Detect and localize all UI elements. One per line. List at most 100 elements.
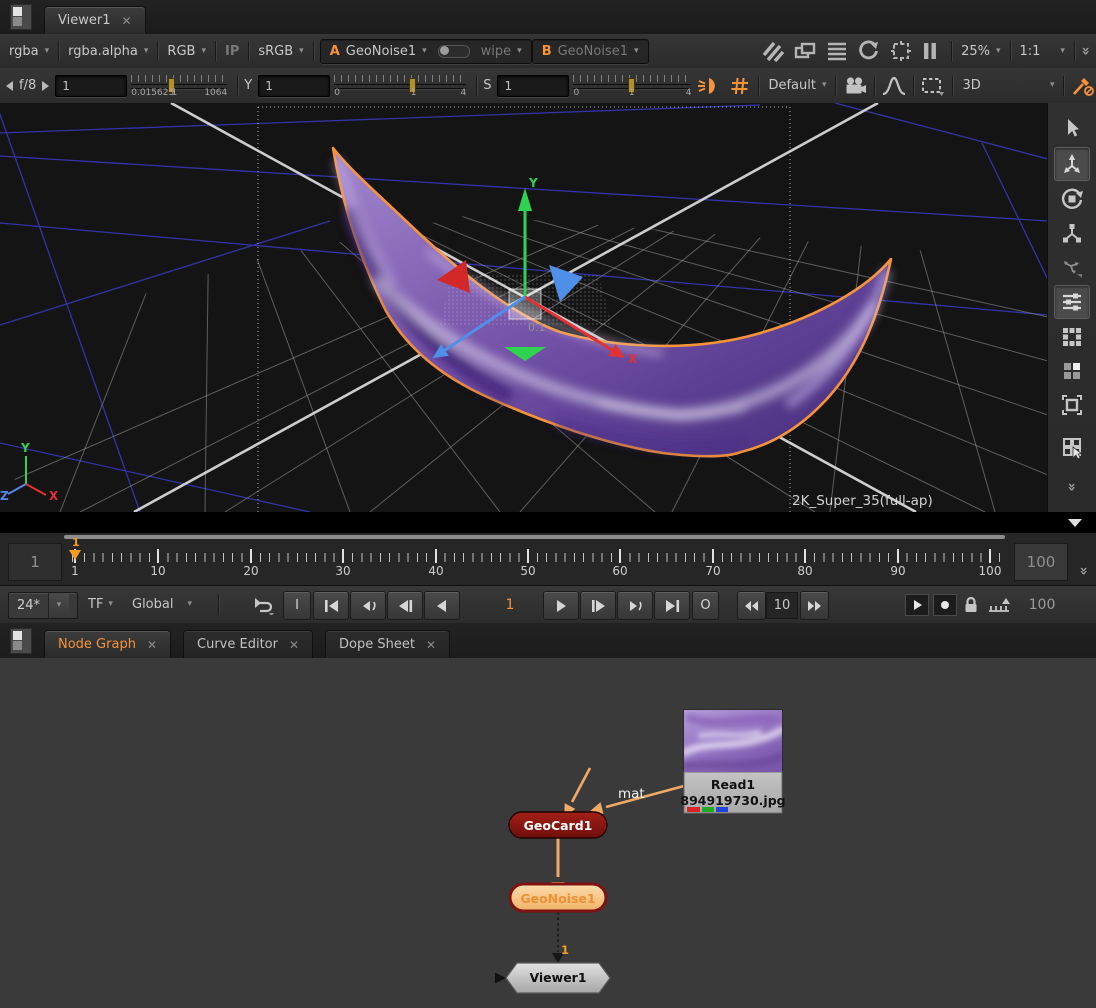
axis-z-label: Z — [0, 489, 9, 503]
fps-combo[interactable]: 24* ▾ — [8, 592, 78, 619]
close-icon[interactable]: ✕ — [121, 15, 131, 27]
frame-increment-field[interactable]: 10 — [766, 592, 798, 619]
saturation-input[interactable]: 1 — [497, 75, 569, 97]
range-end-field[interactable]: 100 — [1020, 591, 1064, 618]
grid-hash-icon[interactable] — [728, 74, 752, 98]
timeline-row: 1 1 10 20 30 40 50 60 70 80 90 100 1 100… — [0, 533, 1096, 586]
pane-menu-icon[interactable] — [10, 4, 32, 30]
overlap-windows-icon[interactable] — [793, 40, 817, 62]
view-mode-dropdown[interactable]: 3D▾ — [959, 76, 1057, 95]
translate-tool-icon[interactable] — [1054, 147, 1090, 181]
play-forward-button[interactable] — [543, 591, 579, 620]
saturation-slider[interactable]: 0 1 4 — [573, 73, 691, 99]
lock-icon[interactable] — [959, 591, 983, 618]
collapse-chevrons-icon[interactable]: » — [1077, 46, 1093, 55]
jump-back-button[interactable] — [737, 591, 766, 620]
scanlines-icon[interactable] — [825, 40, 849, 62]
step-forward-button[interactable] — [580, 591, 616, 620]
colorspace-dropdown[interactable]: sRGB▾ — [255, 42, 306, 61]
chevron-down-icon: ▾ — [48, 593, 69, 618]
lut-dropdown[interactable]: Default▾ — [765, 76, 829, 95]
node-graph-canvas[interactable]: mat 1 Read1 894919730.jpg — [0, 658, 1096, 1008]
curve-icon[interactable] — [881, 74, 907, 98]
playhead-marker[interactable] — [69, 550, 81, 560]
node-geocard1[interactable]: GeoCard1 — [509, 812, 607, 838]
go-to-end-button[interactable] — [654, 591, 690, 620]
ab-input-group: AGeoNoise1▾ wipe▾ — [320, 39, 532, 64]
wipe-mode-dropdown[interactable]: wipe▾ — [478, 42, 525, 61]
close-icon[interactable]: ✕ — [289, 639, 299, 651]
marquee-icon[interactable] — [920, 74, 946, 98]
scale-tool-icon[interactable] — [1055, 217, 1089, 249]
wipe-toggle[interactable] — [438, 45, 470, 58]
gain-slider[interactable]: 0.015625 1 1064 — [131, 73, 227, 99]
display-channel-dropdown[interactable]: RGB▾ — [164, 42, 209, 61]
multi-slider-icon[interactable] — [1054, 285, 1090, 319]
previous-keyframe-button[interactable] — [350, 591, 386, 620]
timeline-end-box[interactable]: 100 — [1014, 543, 1068, 581]
play-backward-button[interactable] — [424, 591, 460, 620]
color-sample-icon[interactable] — [1070, 74, 1096, 98]
timeline-tick-label: 60 — [612, 564, 627, 578]
safe-zone-icon[interactable] — [889, 40, 913, 62]
viewer-3d-viewport[interactable]: Y X 0.1 Y X Z 2K_Super_35(full-ap) — [0, 103, 1048, 512]
tab-node-graph[interactable]: Node Graph ✕ — [44, 630, 171, 658]
gain-input[interactable]: 1 — [55, 75, 127, 97]
close-icon[interactable]: ✕ — [147, 639, 157, 651]
close-icon[interactable]: ✕ — [426, 639, 436, 651]
layer-dropdown[interactable]: rgba.alpha▾ — [65, 42, 151, 61]
zoom-level-dropdown[interactable]: 25%▾ — [958, 42, 1003, 61]
set-out-button[interactable]: O — [692, 591, 719, 620]
gamma-label: Y — [244, 78, 252, 93]
expand-triangle-icon[interactable] — [1068, 519, 1082, 527]
input-a-dropdown[interactable]: AGeoNoise1▾ — [327, 42, 430, 61]
input-process-button[interactable]: IP — [222, 42, 242, 61]
timeline-ruler[interactable]: 1 10 20 30 40 50 60 70 80 90 100 1 — [62, 533, 1007, 585]
refresh-icon[interactable] — [857, 40, 881, 62]
prev-arrow-icon[interactable] — [6, 81, 13, 91]
timeline-start-box[interactable]: 1 — [8, 543, 62, 581]
tab-dope-sheet[interactable]: Dope Sheet ✕ — [325, 630, 450, 658]
pause-icon[interactable] — [921, 40, 939, 62]
current-frame-field[interactable]: 1 — [492, 591, 528, 618]
playback-loop-icon[interactable] — [250, 591, 276, 618]
collapse-chevrons-icon[interactable]: » — [1075, 566, 1091, 575]
pixel-aspect-dropdown[interactable]: 1:1▾ — [1017, 42, 1068, 61]
node-viewer1[interactable]: Viewer1 — [495, 963, 610, 993]
select-cursor-icon[interactable] — [1055, 113, 1089, 145]
transform-handles-icon[interactable] — [1055, 251, 1089, 283]
viewport-side-toolbar: » — [1047, 103, 1096, 522]
gamma-input[interactable]: 1 — [258, 75, 330, 97]
tf-dropdown[interactable]: TF▾ — [88, 591, 113, 618]
rotate-tool-icon[interactable] — [1055, 183, 1089, 215]
set-in-button[interactable]: I — [283, 591, 311, 620]
channels-dropdown[interactable]: rgba▾ — [6, 42, 52, 61]
go-to-start-button[interactable] — [313, 591, 349, 620]
tile-icon[interactable] — [1055, 355, 1089, 387]
collapse-chevrons-icon[interactable]: » — [1064, 482, 1080, 491]
input-b-dropdown[interactable]: BGeoNoise1▾ — [539, 42, 642, 61]
tile-select-icon[interactable] — [1055, 431, 1089, 463]
step-back-button[interactable] — [387, 591, 423, 620]
tab-viewer1[interactable]: Viewer1 ✕ — [44, 6, 146, 34]
camera-icon[interactable] — [842, 74, 868, 98]
headlamp-icon[interactable] — [695, 74, 721, 98]
frame-range-icon[interactable] — [985, 591, 1013, 618]
next-keyframe-button[interactable] — [617, 591, 653, 620]
grid-snap-icon[interactable] — [1055, 321, 1089, 353]
chevron-down-icon: ▾ — [822, 81, 827, 90]
diagonal-stripes-icon[interactable] — [761, 40, 785, 62]
tab-curve-editor[interactable]: Curve Editor ✕ — [183, 630, 313, 658]
range-dropdown[interactable]: Global▾ — [132, 591, 192, 618]
node-geonoise1[interactable]: GeoNoise1 — [510, 884, 606, 911]
node-viewer1-name: Viewer1 — [529, 970, 586, 985]
gamma-slider[interactable]: 0 1 4 — [334, 73, 466, 99]
timeline-tick-label: 70 — [705, 564, 720, 578]
pane-menu-icon[interactable] — [10, 628, 32, 654]
next-arrow-icon[interactable] — [42, 81, 49, 91]
jump-forward-button[interactable] — [800, 591, 829, 620]
frame-icon[interactable] — [1055, 389, 1089, 421]
node-read1[interactable]: Read1 894919730.jpg — [680, 709, 785, 813]
flipbook-play-icon[interactable] — [905, 594, 929, 616]
flipbook-record-icon[interactable] — [933, 594, 957, 616]
